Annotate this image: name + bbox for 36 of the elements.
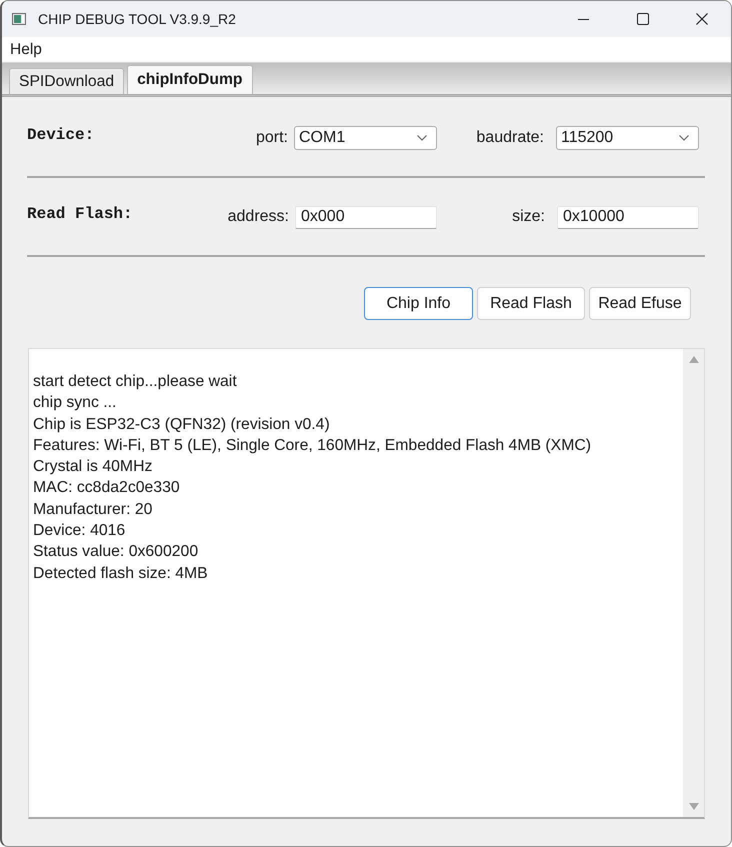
section-heading: Read Flash: (27, 205, 134, 223)
chevron-icon (679, 135, 689, 141)
window-title: CHIP DEBUG TOOL V3.9.9_R2 (38, 11, 236, 27)
action-button[interactable]: Chip Info (364, 287, 473, 320)
log-line: Features: Wi-Fi, BT 5 (LE), Single Core, 160MHz, Embedded Flash 4MB (XMC) (33, 436, 592, 456)
log-line: Device: 4016 (33, 521, 126, 542)
chevron-icon (417, 135, 427, 141)
scroll-down-icon[interactable] (688, 803, 698, 810)
log-line: start detect chip...please wait (33, 372, 238, 392)
log-line: Manufacturer: 20 (33, 500, 154, 520)
tab[interactable]: SPIDownload (9, 68, 124, 94)
dropdown[interactable]: COM1 (294, 126, 437, 150)
close-icon (696, 13, 708, 25)
log-line: Crystal is 40MHz (33, 457, 154, 478)
field-label: baudrate: (476, 129, 544, 147)
log-line: Status value: 0x600200 (33, 542, 200, 562)
log-line: chip sync ... (33, 393, 118, 414)
text-field[interactable]: 0x10000 (557, 206, 699, 228)
section-heading: Device: (27, 126, 96, 144)
tab[interactable]: chipInfoDump (127, 65, 253, 94)
log-line: Chip is ESP32-C3 (QFN32) (revision v0.4) (33, 414, 331, 435)
menu-item[interactable]: Help (10, 40, 42, 58)
field-label: address: (228, 208, 289, 226)
minimize-icon (578, 18, 589, 20)
log-line: MAC: cc8da2c0e330 (33, 478, 181, 498)
action-button[interactable]: Read Efuse (589, 287, 691, 320)
log-line: Detected flash size: 4MB (33, 564, 209, 584)
text-field[interactable]: 0x000 (295, 206, 437, 228)
field-label: size: (512, 208, 545, 226)
field-label: port: (256, 129, 288, 147)
maximize-icon (636, 13, 648, 25)
dropdown[interactable]: 115200 (556, 126, 699, 150)
app-icon (12, 13, 26, 25)
action-button[interactable]: Read Flash (477, 287, 585, 320)
scrollbar[interactable] (683, 349, 704, 817)
scroll-up-icon[interactable] (688, 356, 698, 363)
